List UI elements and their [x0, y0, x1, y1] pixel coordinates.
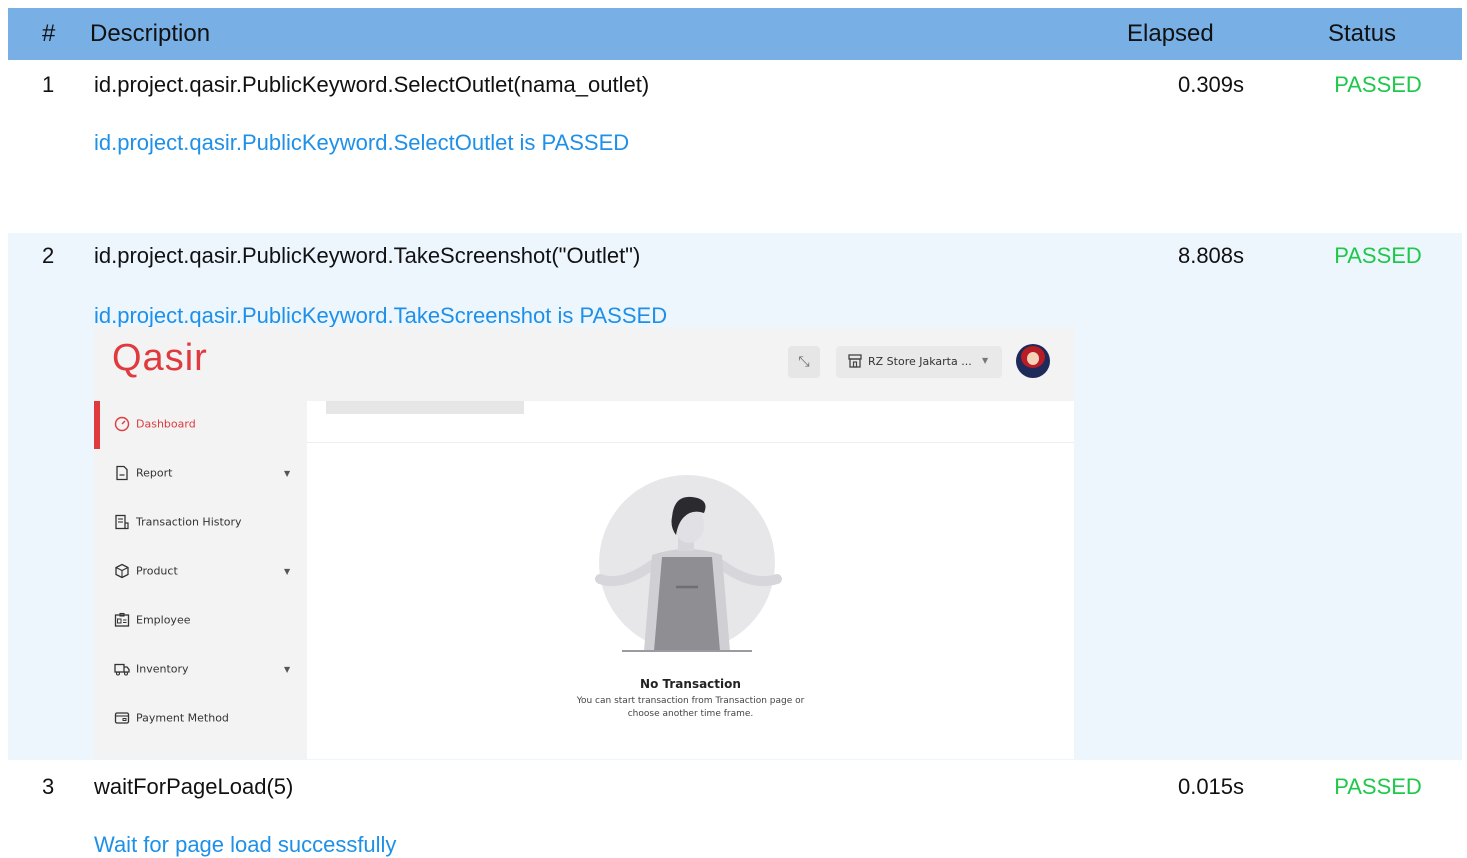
row-num: 3 [42, 774, 55, 799]
row-description: id.project.qasir.PublicKeyword.TakeScree… [94, 243, 641, 268]
chevron-down-icon[interactable]: ▼ [284, 469, 290, 478]
row-status: PASSED [1334, 72, 1422, 97]
avatar-face [1027, 352, 1039, 365]
header-elapsed: Elapsed [1127, 20, 1214, 47]
table-header: # Description Elapsed Status [8, 8, 1462, 60]
outlet-selector[interactable]: RZ Store Jakarta ... ▼ [836, 346, 1002, 378]
payment-method-icon [114, 712, 130, 724]
header-num: # [42, 20, 56, 47]
product-icon [115, 563, 129, 579]
table-row: 3 waitForPageLoad(5) 0.015s PASSED Wait … [8, 760, 1462, 858]
sidebar-item-report[interactable]: Report [114, 465, 172, 481]
header-status: Status [1328, 20, 1397, 47]
sidebar-item-label: Payment Method [136, 711, 229, 725]
chevron-down-icon[interactable]: ▼ [284, 665, 290, 674]
sidebar-item-label: Employee [136, 613, 191, 627]
sidebar-item-label: Transaction History [136, 515, 242, 529]
report-icon [116, 465, 128, 481]
table-row: 1 id.project.qasir.PublicKeyword.SelectO… [8, 60, 1462, 233]
app-topbar: Qasir ⤡ RZ Store Jakarta ... ▼ [94, 327, 1074, 401]
sidebar-item-inventory[interactable]: Inventory [114, 661, 189, 677]
sidebar-item-product[interactable]: Product [114, 563, 178, 579]
divider [307, 442, 1074, 443]
empty-state-illustration [595, 475, 782, 652]
sidebar-item-label: Dashboard [136, 417, 196, 431]
sidebar-item-employee[interactable]: Employee [114, 612, 190, 628]
main-content: No Transaction You can start transaction… [307, 401, 1074, 759]
test-report: # Description Elapsed Status 1 id.projec… [0, 0, 1467, 858]
date-filter-stub[interactable] [326, 401, 524, 414]
active-indicator [94, 401, 100, 449]
inventory-icon [114, 663, 130, 676]
empty-state-subtitle-line: You can start transaction from Transacti… [576, 696, 805, 706]
row-num: 1 [42, 72, 55, 97]
sidebar-item-transaction-history[interactable]: Transaction History [114, 514, 242, 530]
row-elapsed: 0.015s [1177, 774, 1245, 799]
row-message: id.project.qasir.PublicKeyword.TakeScree… [94, 303, 668, 328]
chevron-down-icon: ▼ [982, 356, 989, 365]
row-num: 2 [42, 243, 55, 268]
embedded-screenshot: Qasir ⤡ RZ Store Jakarta ... ▼ Dashboard… [94, 327, 1074, 759]
sidebar-item-label: Inventory [136, 662, 189, 676]
row-message: Wait for page load successfully [94, 832, 397, 857]
row-elapsed: 8.808s [1177, 243, 1245, 268]
row-status: PASSED [1334, 243, 1422, 268]
sidebar-item-label: Product [136, 564, 178, 578]
sidebar-item-dashboard[interactable]: Dashboard [114, 416, 196, 432]
row-elapsed: 0.309s [1177, 72, 1245, 97]
sidebar: Dashboard Report ▼ Transaction History P… [94, 401, 307, 759]
employee-icon [114, 612, 130, 627]
row-description: id.project.qasir.PublicKeyword.SelectOut… [94, 72, 650, 97]
empty-state-subtitle: You can start transaction from Transacti… [307, 695, 1074, 721]
sidebar-item-payment-method[interactable]: Payment Method [114, 710, 229, 726]
store-icon [848, 354, 862, 368]
outlet-label: RZ Store Jakarta ... [868, 355, 972, 368]
transaction-history-icon [115, 514, 129, 530]
dashboard-icon [114, 416, 130, 432]
row-description: waitForPageLoad(5) [94, 774, 294, 799]
header-description: Description [90, 20, 211, 47]
qasir-logo: Qasir [112, 337, 208, 379]
row-status: PASSED [1334, 774, 1422, 799]
empty-state-subtitle-line: choose another time frame. [627, 709, 754, 719]
row-message: id.project.qasir.PublicKeyword.SelectOut… [94, 130, 630, 155]
chevron-down-icon[interactable]: ▼ [284, 567, 290, 576]
sidebar-item-label: Report [136, 466, 173, 480]
empty-state-title: No Transaction [640, 677, 741, 691]
expand-icon[interactable]: ⤡ [788, 346, 820, 378]
avatar[interactable] [1016, 344, 1050, 378]
